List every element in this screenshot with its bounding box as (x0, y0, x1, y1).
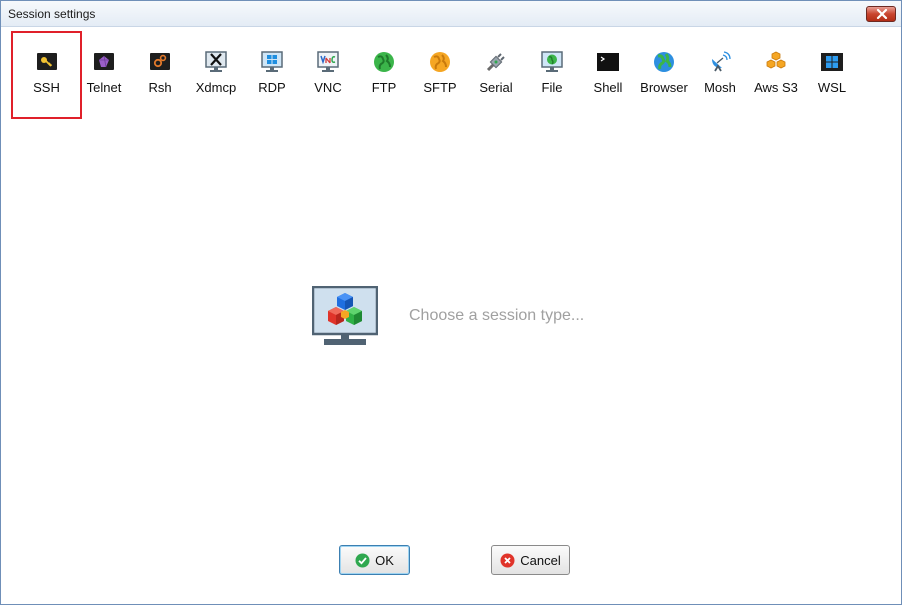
green-globe-icon (374, 52, 394, 72)
serial-plug-icon (486, 53, 505, 72)
check-circle-icon (355, 553, 370, 567)
session-type-ftp[interactable]: FTP (354, 31, 414, 119)
session-settings-dialog: Session settings SSH Telnet Rsh Xdmcp RD… (0, 0, 902, 605)
x-circle-icon (500, 553, 515, 567)
cancel-button[interactable]: Cancel (491, 545, 570, 575)
browser-globe-icon (654, 52, 674, 72)
session-type-ssh[interactable]: SSH (11, 31, 82, 119)
session-type-rsh[interactable]: Rsh (130, 31, 190, 119)
choose-session-placeholder: Choose a session type... (409, 307, 585, 324)
close-icon (876, 9, 888, 19)
session-type-awss3[interactable]: Aws S3 (746, 31, 806, 119)
session-type-sftp[interactable]: SFTP (410, 31, 470, 119)
session-label-wsl: WSL (817, 80, 847, 95)
ok-label: OK (375, 552, 394, 568)
monitor-cubes-icon (312, 286, 378, 345)
file-monitor-icon (541, 51, 563, 72)
session-type-file[interactable]: File (522, 31, 582, 119)
session-type-rdp[interactable]: RDP (242, 31, 302, 119)
x-monitor-icon (205, 51, 227, 72)
windows-logo-icon (821, 53, 843, 71)
aws-cubes-icon (766, 51, 786, 69)
session-type-telnet[interactable]: Telnet (74, 31, 134, 119)
title-bar: Session settings (1, 1, 901, 27)
cancel-label: Cancel (520, 552, 561, 568)
session-type-shell[interactable]: Shell (578, 31, 638, 119)
key-icon (36, 53, 57, 70)
telnet-icon (94, 53, 114, 70)
satellite-dish-icon (712, 51, 731, 72)
rsh-icon (150, 53, 170, 70)
window-title: Session settings (8, 7, 96, 21)
rdp-monitor-icon (261, 51, 283, 72)
session-type-mosh[interactable]: Mosh (690, 31, 750, 119)
terminal-icon (597, 53, 619, 71)
session-type-wsl[interactable]: WSL (802, 31, 862, 119)
ok-button[interactable]: OK (339, 545, 410, 575)
vnc-monitor-icon (317, 51, 339, 72)
session-type-serial[interactable]: Serial (466, 31, 526, 119)
session-type-xdmcp[interactable]: Xdmcp (186, 31, 246, 119)
close-button[interactable] (866, 6, 896, 22)
session-type-browser[interactable]: Browser (634, 31, 694, 119)
session-type-vnc[interactable]: VNC (298, 31, 358, 119)
orange-globe-icon (430, 52, 450, 72)
